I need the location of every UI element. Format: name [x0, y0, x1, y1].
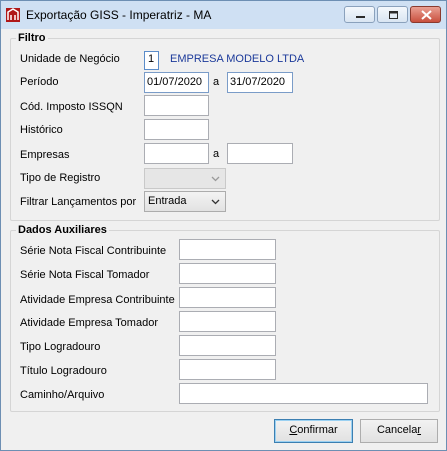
cancelar-label: Cancela [376, 424, 418, 436]
confirmar-label: onfirmar [297, 424, 338, 436]
unidade-label: Unidade de Negócio [20, 53, 120, 65]
unidade-name: EMPRESA MODELO LTDA [170, 53, 305, 65]
historico-field[interactable] [144, 119, 209, 140]
maximize-icon [389, 11, 398, 19]
tipo-logradouro-label: Tipo Logradouro [20, 341, 101, 353]
chevron-down-icon [211, 199, 220, 205]
filtrar-value: Entrada [148, 195, 187, 207]
empresas-a-label: a [213, 148, 220, 160]
caminho-label: Caminho/Arquivo [20, 389, 105, 401]
close-button[interactable] [410, 6, 441, 23]
confirmar-button[interactable]: Confirmar [274, 419, 353, 443]
caminho-field[interactable] [179, 383, 428, 404]
unidade-code-field[interactable]: 1 [144, 51, 159, 70]
tipo-registro-label: Tipo de Registro [20, 172, 101, 184]
minimize-button[interactable] [344, 6, 375, 23]
titulo-logradouro-label: Título Logradouro [20, 365, 107, 377]
atividade-tomador-field[interactable] [179, 311, 276, 332]
dados-auxiliares-legend: Dados Auxiliares [16, 224, 109, 236]
atividade-contrib-field[interactable] [179, 287, 276, 308]
cod-imposto-label: Cód. Imposto ISSQN [20, 101, 123, 113]
serie-contrib-field[interactable] [179, 239, 276, 260]
empresas-de-field[interactable] [144, 143, 209, 164]
app-logo-icon [6, 8, 20, 22]
atividade-tomador-label: Atividade Empresa Tomador [20, 317, 158, 329]
historico-label: Histórico [20, 124, 63, 136]
maximize-button[interactable] [377, 6, 408, 23]
empresas-label: Empresas [20, 149, 70, 161]
minimize-icon [356, 16, 365, 18]
title-bar[interactable]: Exportação GISS - Imperatriz - MA [1, 1, 446, 29]
close-icon [421, 10, 432, 20]
filtrar-dropdown[interactable]: Entrada [144, 191, 226, 212]
titulo-logradouro-field[interactable] [179, 359, 276, 380]
filtro-legend: Filtro [16, 32, 48, 44]
cod-imposto-field[interactable] [144, 95, 209, 116]
periodo-label: Período [20, 76, 59, 88]
periodo-a-label: a [213, 76, 220, 88]
tipo-logradouro-field[interactable] [179, 335, 276, 356]
chevron-down-icon [211, 176, 220, 182]
dialog-body: Filtro Unidade de Negócio 1 EMPRESA MODE… [1, 29, 446, 450]
empresas-ate-field[interactable] [227, 143, 293, 164]
filtrar-label: Filtrar Lançamentos por [20, 196, 137, 208]
serie-tomador-field[interactable] [179, 263, 276, 284]
atividade-contrib-label: Atividade Empresa Contribuinte [20, 294, 175, 306]
periodo-inicio-field[interactable]: 01/07/2020 [144, 72, 209, 93]
dialog-window: Exportação GISS - Imperatriz - MA Filtro… [0, 0, 447, 451]
window-title: Exportação GISS - Imperatriz - MA [26, 8, 212, 22]
cancelar-button[interactable]: Cancelar [360, 419, 438, 443]
periodo-fim-field[interactable]: 31/07/2020 [227, 72, 293, 93]
serie-contrib-label: Série Nota Fiscal Contribuinte [20, 245, 167, 257]
serie-tomador-label: Série Nota Fiscal Tomador [20, 269, 150, 281]
cancelar-mnemonic: r [417, 424, 422, 436]
tipo-registro-dropdown[interactable] [144, 168, 226, 189]
